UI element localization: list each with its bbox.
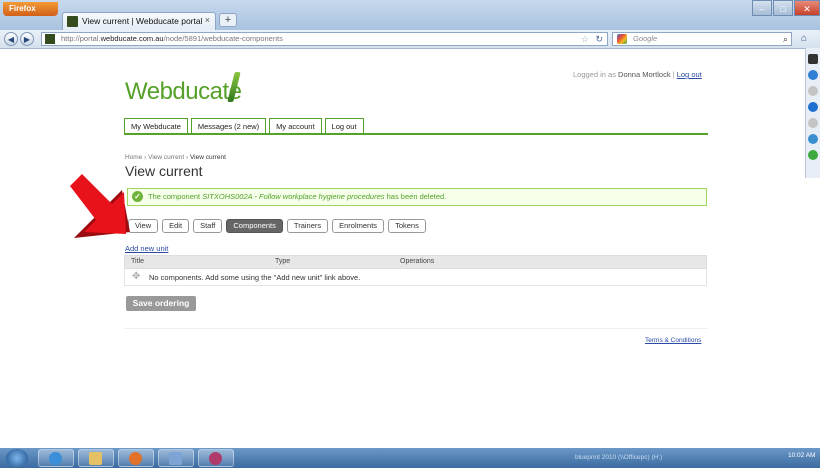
forward-button[interactable]: ▶ [20,32,34,46]
app-icon [209,452,222,465]
site-favicon-icon [67,16,78,27]
nav-divider [124,133,708,135]
bookmark-star-icon[interactable]: ☆ [581,33,589,45]
addon-icon[interactable] [808,102,818,112]
maximize-button[interactable]: □ [773,0,793,16]
breadcrumb-current: View current [189,154,226,161]
annotation-arrow-icon [70,174,130,238]
browser-titlebar: Firefox View current | Webducate portal … [0,0,820,30]
search-bar[interactable]: Google ⌕ [612,32,792,46]
checkmark-icon: ✓ [132,191,143,202]
page-title: View current [125,163,203,179]
separator: | [672,70,675,79]
taskbar-ie-button[interactable] [38,449,74,467]
taskbar: blueprint 2010 (\\Officepc) (H:) 10:02 A… [0,448,820,468]
user-name: Donna Mortlock [618,70,671,79]
add-new-unit-link[interactable]: Add new unit [125,244,168,253]
system-clock: 10:02 AM [788,452,816,459]
address-bar[interactable]: http://portal.webducate.com.au/node/5891… [41,32,608,46]
firefox-icon [129,452,142,465]
nav-my-webducate[interactable]: My Webducate [124,118,188,134]
taskbar-firefox-button[interactable] [118,449,154,467]
new-tab-button[interactable]: + [219,13,237,27]
tab-edit[interactable]: Edit [162,219,190,233]
url-text: http://portal.webducate.com.au/node/5891… [61,34,283,43]
column-title: Title [131,258,144,265]
tab-trainers[interactable]: Trainers [286,219,329,233]
addon-icon[interactable] [808,54,818,64]
taskbar-explorer-button[interactable] [78,449,114,467]
addon-icon[interactable] [808,150,818,160]
terms-link[interactable]: Terms & Conditions [645,337,701,344]
tab-tokens[interactable]: Tokens [388,219,426,233]
components-table: Title Type Operations ✥ No components. A… [124,255,707,286]
empty-table-message: No components. Add some using the "Add n… [149,273,361,282]
tab-title: View current | Webducate portal [82,16,203,26]
addon-icon[interactable] [808,86,818,96]
add-on-sidebar [805,48,820,178]
nav-messages[interactable]: Messages (2 new) [190,118,267,134]
logout-link[interactable]: Log out [677,70,702,79]
user-bar: Logged in as Donna Mortlock | Log out [573,70,702,79]
main-nav: My Webducate Messages (2 new) My account… [124,118,367,134]
home-icon[interactable]: ⌂ [797,32,811,46]
browser-tab[interactable]: View current | Webducate portal × [62,12,216,30]
column-operations: Operations [400,258,435,265]
status-message-text: The component SITXOHS002A - Follow workp… [148,192,447,201]
breadcrumb: Home › View current › View current [125,154,226,161]
taskbar-app-button[interactable] [198,449,234,467]
nav-my-account[interactable]: My account [269,118,322,134]
folder-icon [89,452,102,465]
firefox-menu-button[interactable]: Firefox [3,2,58,16]
ie-icon [49,452,62,465]
drag-handle-icon[interactable]: ✥ [132,271,140,282]
tab-close-icon[interactable]: × [205,15,210,25]
addon-icon[interactable] [808,118,818,128]
start-button[interactable] [6,449,28,467]
sub-tabs: View Edit Staff Components Trainers Enro… [128,219,430,233]
window-controls: – □ ✕ [751,0,820,18]
table-header: Title Type Operations [124,255,707,269]
column-type: Type [275,258,291,265]
close-window-button[interactable]: ✕ [794,0,820,16]
reload-icon[interactable]: ↻ [595,33,603,45]
breadcrumb-view-current[interactable]: View current [148,154,184,161]
footer-divider [124,328,708,329]
addon-icon[interactable] [808,70,818,80]
browser-navbar: ◀ ▶ http://portal.webducate.com.au/node/… [0,30,820,49]
tab-view[interactable]: View [128,219,159,233]
taskbar-app-button[interactable] [158,449,194,467]
back-button[interactable]: ◀ [4,32,18,46]
search-placeholder: Google [633,34,658,43]
google-icon[interactable] [617,34,627,44]
search-icon[interactable]: ⌕ [783,33,788,45]
status-message: ✓ The component SITXOHS002A - Follow wor… [127,188,707,206]
tray-drive-label: blueprint 2010 (\\Officepc) (H:) [575,454,663,461]
tab-staff[interactable]: Staff [193,219,223,233]
tab-components[interactable]: Components [226,219,283,233]
addon-icon[interactable] [808,134,818,144]
breadcrumb-home[interactable]: Home [125,154,142,161]
nav-log-out[interactable]: Log out [324,118,364,134]
site-logo[interactable]: Webducate [125,78,242,106]
minimize-button[interactable]: – [752,0,772,16]
app-icon [169,452,182,465]
save-ordering-button[interactable]: Save ordering [126,296,196,311]
table-row: ✥ No components. Add some using the "Add… [124,269,707,286]
tab-enrolments[interactable]: Enrolments [332,219,385,233]
url-favicon-icon [45,34,55,44]
logged-in-label: Logged in as [573,70,616,79]
